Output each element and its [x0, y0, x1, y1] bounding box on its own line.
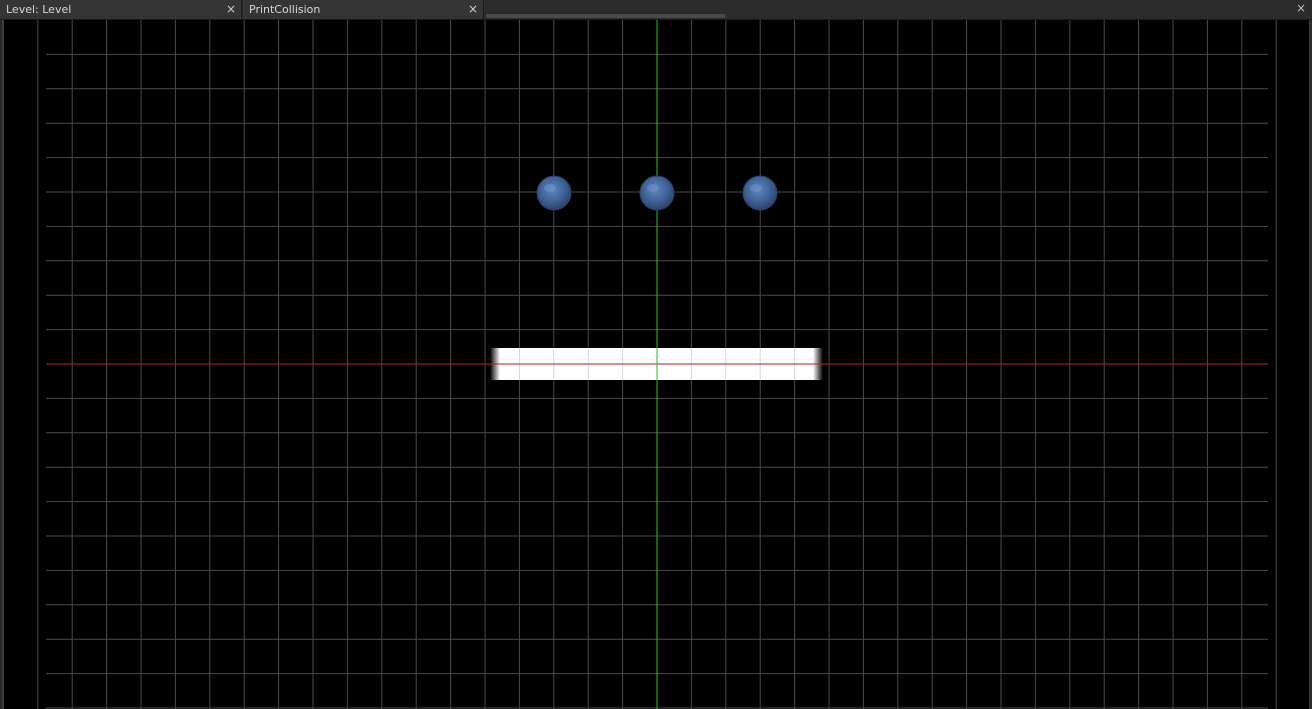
panel-close-icon[interactable]: ×: [1296, 1, 1306, 15]
tab-label: PrintCollision: [249, 3, 321, 16]
editor-window: Level: Level × PrintCollision × ×: [0, 0, 1312, 709]
tab-level[interactable]: Level: Level ×: [0, 0, 242, 19]
close-icon[interactable]: ×: [468, 0, 478, 19]
scene-canvas[interactable]: [3, 20, 1309, 709]
tab-bar: Level: Level × PrintCollision × ×: [0, 0, 1312, 20]
sphere[interactable]: [536, 175, 572, 211]
sphere[interactable]: [639, 175, 675, 211]
scene-viewport[interactable]: [2, 20, 1310, 709]
tab-label: Level: Level: [6, 3, 72, 16]
tab-scrollbar[interactable]: [486, 14, 725, 18]
close-icon[interactable]: ×: [226, 0, 236, 19]
tab-print-collision[interactable]: PrintCollision ×: [243, 0, 484, 19]
sphere[interactable]: [742, 175, 778, 211]
